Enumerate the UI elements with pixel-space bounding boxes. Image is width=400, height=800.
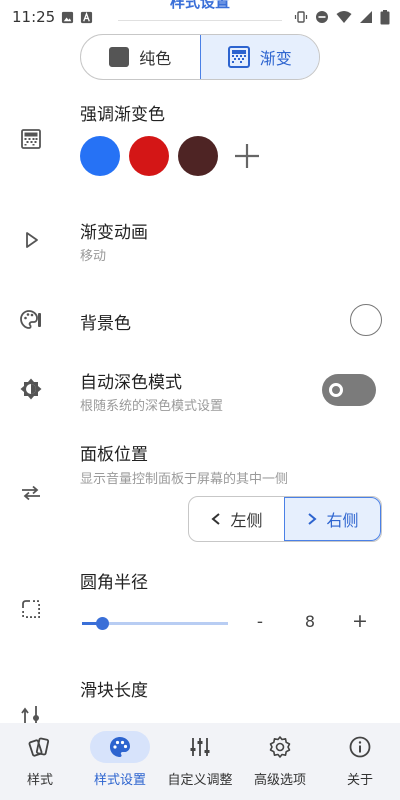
left-side-option[interactable]: 左侧 — [189, 497, 284, 541]
wifi-icon — [336, 11, 352, 23]
palette-icon — [110, 737, 130, 757]
solid-square-icon — [109, 47, 130, 67]
corner-radius-increase-button[interactable]: + — [350, 610, 370, 632]
nav-item-customize[interactable]: 自定义调整 — [160, 723, 240, 800]
gradient-square-icon — [227, 46, 250, 68]
nav-pill — [170, 731, 230, 763]
solid-color-label: 纯色 — [139, 49, 172, 68]
vibrate-icon — [294, 11, 308, 23]
nav-label: 高级选项 — [253, 773, 306, 788]
auto-dark-mode-switch[interactable] — [322, 374, 376, 406]
nav-item-style[interactable]: 样式 — [0, 723, 80, 800]
corner-radius-value: 8 — [304, 612, 316, 631]
nav-label: 自定义调整 — [167, 773, 233, 788]
gear-icon — [269, 736, 291, 758]
rounded-corner-icon — [22, 600, 40, 618]
chevron-left-icon — [211, 513, 221, 525]
background-color-title: 背景色 — [80, 314, 131, 334]
corner-radius-decrease-button[interactable]: - — [252, 612, 268, 632]
sliders-icon — [190, 738, 210, 756]
plus-icon[interactable] — [233, 142, 261, 170]
text-a-icon — [81, 11, 93, 23]
auto-dark-mode-title: 自动深色模式 — [80, 373, 182, 393]
panel-side-selector: 左侧 右侧 — [188, 496, 382, 542]
brightness-icon — [20, 378, 42, 400]
gradient-option[interactable]: 渐变 — [199, 35, 319, 79]
right-side-option[interactable]: 右侧 — [284, 497, 381, 541]
nav-pill — [10, 731, 70, 763]
right-side-label: 右侧 — [326, 511, 359, 530]
switch-knob — [329, 383, 343, 397]
bottom-navigation: 样式 样式设置 自定义调整 高级选项 关于 — [0, 723, 400, 800]
palette-icon — [20, 310, 41, 329]
corner-radius-title: 圆角半径 — [80, 573, 148, 593]
nav-pill — [90, 731, 150, 763]
slider-thumb[interactable] — [96, 617, 110, 630]
solid-color-option[interactable]: 纯色 — [81, 35, 200, 79]
page-title: 样式设置 — [169, 0, 230, 11]
panel-position-title: 面板位置 — [80, 445, 148, 465]
accent-gradient-title: 强调渐变色 — [80, 105, 165, 125]
accent-color-swatch[interactable] — [178, 136, 218, 176]
panel-position-subtitle: 显示音量控制面板于屏幕的其中一侧 — [80, 472, 289, 487]
nav-pill — [330, 731, 390, 763]
signal-icon — [360, 11, 372, 23]
auto-dark-mode-subtitle: 根随系统的深色模式设置 — [80, 399, 224, 414]
swap-horizontal-icon — [22, 485, 40, 501]
gradient-label: 渐变 — [259, 49, 292, 68]
slider-length-title: 滑块长度 — [80, 681, 148, 701]
nav-item-about[interactable]: 关于 — [320, 723, 400, 800]
nav-pill — [250, 731, 310, 763]
style-mode-toggle: 纯色 渐变 — [80, 34, 320, 80]
title-divider — [118, 20, 282, 21]
nav-label: 样式设置 — [93, 773, 146, 788]
chevron-right-icon — [308, 513, 318, 525]
accent-color-swatch[interactable] — [129, 136, 169, 176]
nav-label: 关于 — [346, 773, 373, 788]
corner-radius-slider[interactable] — [82, 617, 228, 630]
gradient-animation-value: 移动 — [80, 249, 107, 264]
image-icon — [62, 11, 74, 23]
gradient-animation-title[interactable]: 渐变动画 — [80, 218, 148, 243]
nav-label: 样式 — [26, 773, 53, 788]
left-side-label: 左侧 — [230, 511, 263, 530]
gradient-icon — [21, 129, 41, 149]
dnd-icon — [316, 11, 328, 23]
accent-color-swatch[interactable] — [80, 136, 120, 176]
play-outline-icon — [26, 232, 38, 248]
cards-icon — [28, 737, 50, 757]
info-icon — [349, 736, 371, 758]
background-color-swatch[interactable] — [350, 304, 382, 336]
nav-item-advanced[interactable]: 高级选项 — [240, 723, 320, 800]
nav-item-style-settings[interactable]: 样式设置 — [80, 723, 160, 800]
